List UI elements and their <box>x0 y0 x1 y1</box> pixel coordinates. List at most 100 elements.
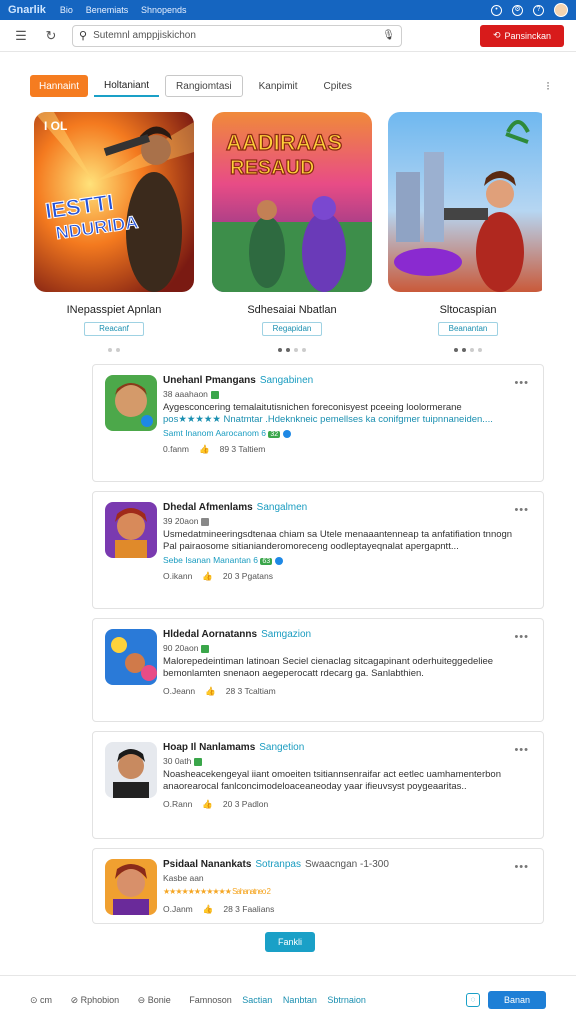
like-icon[interactable]: 👍 <box>199 444 210 454</box>
footer-links: ⊙ cm ⊘ Rphobion ⊖ Bonie Famnoson Sactian… <box>30 995 374 1006</box>
search-input[interactable]: ⚲ Sutemnl amppjiskichon 🎙 <box>72 24 402 47</box>
top-bar-actions: • ⚙ ? <box>491 3 568 17</box>
featured-button[interactable]: Beanantan <box>438 322 498 336</box>
item-title-row: Unehanl Pmangans Sangabinen <box>163 375 533 386</box>
verified-icon <box>194 757 203 766</box>
help-icon[interactable]: ? <box>533 4 544 16</box>
item-tag[interactable]: Sotranpas <box>255 859 301 870</box>
footer-item[interactable]: ⊘ Rphobion <box>71 995 128 1005</box>
more-menu-icon[interactable]: ••• <box>514 744 529 756</box>
featured-button[interactable]: Reacanf <box>84 322 144 336</box>
lock-icon <box>201 517 210 526</box>
item-subtitle: 30 0ath <box>163 756 533 766</box>
footer-link[interactable]: Sbtrnaion <box>327 995 366 1005</box>
more-menu-icon[interactable]: ••• <box>514 861 529 873</box>
featured-image[interactable]: AADIRAAS RESAUD <box>212 112 372 292</box>
list-item[interactable]: Dhedal Afmenlams Sangalmen 39 20aon Usmed… <box>92 491 544 609</box>
more-menu-icon[interactable]: ••• <box>514 504 529 516</box>
item-description: Aygesconcering temalaitutisnichen foreco… <box>163 402 493 425</box>
primary-action-button[interactable]: ⟲ Pansinckan <box>480 24 564 47</box>
footer-link[interactable]: Famnoson <box>189 995 232 1005</box>
carousel-dot[interactable] <box>462 348 466 352</box>
load-more-button[interactable]: Fankli <box>265 932 315 952</box>
item-thumbnail[interactable] <box>105 742 157 798</box>
featured-card[interactable]: AADIRAAS RESAUD Sdhesaiai Nbatlan Regapi… <box>212 112 372 352</box>
top-nav-item[interactable]: Bio <box>60 5 73 15</box>
item-thumbnail[interactable] <box>105 859 157 915</box>
carousel-dot[interactable] <box>470 348 474 352</box>
featured-image[interactable] <box>388 112 548 292</box>
footer-button[interactable]: Banan <box>488 991 546 1009</box>
mic-icon[interactable]: 🎙 <box>382 30 395 41</box>
footer-link[interactable]: Sactian <box>242 995 272 1005</box>
top-nav-item[interactable]: Benemiats <box>86 5 129 15</box>
tab-cpites[interactable]: Cpites <box>314 75 362 97</box>
tab-rangiomtasi[interactable]: Rangiomtasi <box>165 75 243 97</box>
footer-item[interactable]: ⊙ cm <box>30 995 60 1005</box>
item-thumbnail[interactable] <box>105 502 157 558</box>
top-bar: Gnarlik Bio Benemiats Shnopends • ⚙ ? <box>0 0 576 20</box>
item-tag[interactable]: Samgazion <box>261 629 311 640</box>
item-thumbnail[interactable] <box>105 629 157 685</box>
tab-hannaint[interactable]: Hannaint <box>30 75 88 97</box>
item-title[interactable]: Unehanl Pmangans <box>163 375 256 386</box>
item-tag[interactable]: Sangabinen <box>260 375 313 386</box>
more-icon[interactable]: ⁝ <box>546 79 550 93</box>
carousel-dot[interactable] <box>286 348 290 352</box>
item-stats: O.Janm 👍 28 3 Faalians <box>163 904 275 914</box>
more-menu-icon[interactable]: ••• <box>514 377 529 389</box>
item-tag[interactable]: Sangetion <box>259 742 304 753</box>
item-meta: Samt Inanom Aarocanom 6 32 <box>163 428 533 438</box>
like-icon[interactable]: 👍 <box>205 686 216 696</box>
settings-icon[interactable]: ⚙ <box>512 4 523 16</box>
cta-icon: ⟲ <box>492 30 501 40</box>
item-description: Malorepedeintiman latinoan Seciel cienac… <box>163 656 494 679</box>
cta-label: Pansinckan <box>504 30 552 41</box>
item-title[interactable]: Hldedal Aornatanns <box>163 629 257 640</box>
footer-link[interactable]: Nanbtan <box>283 995 317 1005</box>
featured-card[interactable]: I OL IESTTI NDURIDA INepasspiet Apnlan R… <box>34 112 194 352</box>
carousel-dot[interactable] <box>278 348 282 352</box>
footer-item[interactable]: ⊖ Bonie <box>138 995 179 1005</box>
notification-icon[interactable]: • <box>491 4 502 16</box>
featured-image[interactable]: I OL IESTTI NDURIDA <box>34 112 194 292</box>
item-stats: O.Jeann 👍 28 3 Tcaltiam <box>163 686 276 696</box>
menu-icon[interactable]: ☰ <box>12 27 30 45</box>
like-icon[interactable]: 👍 <box>202 571 213 581</box>
like-icon[interactable]: 👍 <box>202 799 213 809</box>
list-item[interactable]: Hldedal Aornatanns Samgazion 90 20aon Mal… <box>92 618 544 722</box>
app-logo[interactable]: Gnarlik <box>8 4 46 16</box>
item-title[interactable]: Psidaal Nanankats <box>163 859 251 870</box>
carousel-dot[interactable] <box>116 348 120 352</box>
item-tag[interactable]: Sangalmen <box>257 502 308 513</box>
item-title-row: Hoap Il Nanlamams Sangetion <box>163 742 533 753</box>
list-item[interactable]: Unehanl Pmangans Sangabinen 38 aaahaon Ay… <box>92 364 544 482</box>
tab-kanpimit[interactable]: Kanpimit <box>249 75 308 97</box>
footer: ⊙ cm ⊘ Rphobion ⊖ Bonie Famnoson Sactian… <box>0 975 576 1024</box>
chat-icon[interactable]: ◌ <box>466 993 480 1007</box>
featured-card[interactable]: Sltocaspian Beanantan <box>388 112 548 352</box>
featured-title: INepasspiet Apnlan <box>66 304 162 316</box>
refresh-icon[interactable]: ↻ <box>42 27 60 45</box>
item-thumbnail[interactable] <box>105 375 157 431</box>
item-title[interactable]: Dhedal Afmenlams <box>163 502 253 513</box>
carousel-dot[interactable] <box>108 348 112 352</box>
tab-holtaniant[interactable]: Holtaniant <box>94 75 160 97</box>
list-item[interactable]: Psidaal Nanankats Sotranpas Swaacngan -1-3… <box>92 848 544 924</box>
carousel-dot[interactable] <box>454 348 458 352</box>
item-subtitle: 38 aaahaon <box>163 389 533 399</box>
svg-text:RESAUD: RESAUD <box>230 157 314 179</box>
top-nav-item[interactable]: Shnopends <box>141 5 187 15</box>
list-item[interactable]: Hoap Il Nanlamams Sangetion 30 0ath Noash… <box>92 731 544 839</box>
featured-button[interactable]: Regapidan <box>262 322 322 336</box>
carousel-dot[interactable] <box>302 348 306 352</box>
item-title[interactable]: Hoap Il Nanlamams <box>163 742 255 753</box>
like-icon[interactable]: 👍 <box>203 904 214 914</box>
item-meta: Sebe Isanan Manantan 6 63 <box>163 555 533 565</box>
more-menu-icon[interactable]: ••• <box>514 631 529 643</box>
svg-text:AADIRAAS: AADIRAAS <box>226 130 342 155</box>
user-avatar[interactable] <box>554 3 568 17</box>
badge-count: 63 <box>260 558 273 565</box>
carousel-dot[interactable] <box>478 348 482 352</box>
carousel-dot[interactable] <box>294 348 298 352</box>
